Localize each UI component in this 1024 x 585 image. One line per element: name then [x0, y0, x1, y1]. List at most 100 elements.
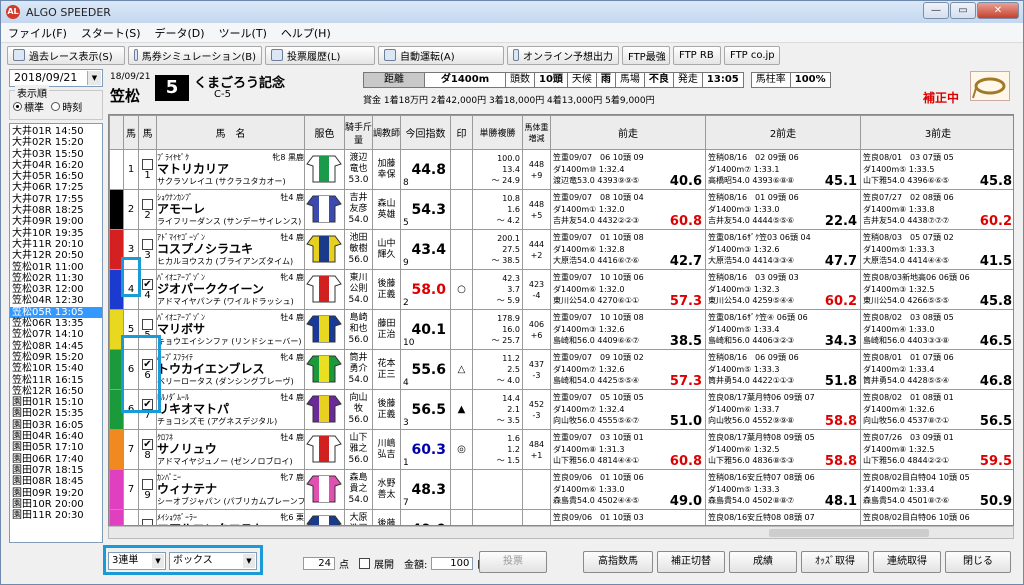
race-list-item[interactable]: 園田06R 17:40	[10, 454, 102, 465]
mark-cell[interactable]: ○	[450, 269, 473, 310]
race-list-item[interactable]: 笠松07R 14:10	[10, 329, 102, 340]
race-list[interactable]: 大井01R 14:50 大井02R 15:20 大井03R 15:50 大井04R 1…	[9, 123, 103, 543]
table-row[interactable]: 6 ✔ 6 ﾊｰﾌﾟｽﾌﾗｲﾃ 牝4 鹿トウカイエンブレス ベリーロータス (ダンシン…	[109, 349, 1013, 390]
menu-item[interactable]: ツール(T)	[212, 25, 274, 41]
mark-cell[interactable]	[450, 509, 473, 525]
horse-name-cell[interactable]: ｶﾝﾊﾟﾆｰ 牝7 鹿ウィナテナ シーオブジャパン (パブリカムプレーンフ)	[156, 469, 305, 510]
race-list-item[interactable]: 大井01R 14:50	[10, 126, 102, 137]
menu-item[interactable]: ヘルプ(H)	[274, 25, 338, 41]
select-checkbox[interactable]	[142, 198, 153, 210]
race-list-item[interactable]: 笠松04R 12:30	[10, 295, 102, 306]
results-button[interactable]: 成績	[729, 551, 797, 573]
race-list-item[interactable]: 大井10R 19:35	[10, 228, 102, 239]
order-time-radio[interactable]: 時刻	[51, 99, 82, 114]
table-row[interactable]: 7 ✔ 8 ｸﾛﾌﾈ 牡4 鹿サノリュウ アドマイヤジュノー (ゼンノロブロイ) 山下…	[109, 429, 1013, 470]
select-checkbox[interactable]	[142, 318, 153, 330]
race-list-item[interactable]: 笠松08R 14:45	[10, 341, 102, 352]
horse-number-cell[interactable]: 9	[138, 469, 157, 510]
toolbar-button[interactable]: 投票履歴(L)	[265, 45, 375, 65]
race-list-item[interactable]: 園田10R 20:00	[10, 499, 102, 510]
horse-name-cell[interactable]: ﾊｰﾌﾟｽﾌﾗｲﾃ 牝4 鹿トウカイエンブレス ベリーロータス (ダンシングブレーヴ…	[156, 349, 305, 390]
toolbar-button[interactable]: FTP最強	[622, 45, 670, 65]
race-list-item[interactable]: 園田04R 16:40	[10, 431, 102, 442]
mark-cell[interactable]	[450, 469, 473, 510]
horse-name-cell[interactable]: ｼｮｳﾅﾝｶﾝﾌﾟ 牡4 鹿アモーレ ライフリーダンス (サンデーサイレンス)	[156, 189, 305, 230]
correction-toggle-button[interactable]: 補正切替	[657, 551, 725, 573]
race-list-item[interactable]: 笠松01R 11:00	[10, 262, 102, 273]
race-list-item[interactable]: 園田09R 19:20	[10, 488, 102, 499]
race-list-item[interactable]: 大井12R 20:50	[10, 250, 102, 261]
race-list-item[interactable]: 笠松12R 16:50	[10, 386, 102, 397]
mark-cell[interactable]	[450, 309, 473, 350]
select-checkbox[interactable]: ✔	[142, 278, 153, 290]
horse-name-cell[interactable]: ﾌﾞﾗｲﾔｾﾞｸ 牝8 黒鹿 マトリカリア サクラソレイユ (サクラユタカオー)	[156, 149, 305, 190]
race-list-item[interactable]: 大井05R 16:50	[10, 171, 102, 182]
select-checkbox[interactable]: ✔	[142, 438, 153, 450]
mark-cell[interactable]: ◎	[450, 429, 473, 470]
mark-cell[interactable]: ▲	[450, 389, 473, 430]
toolbar-button[interactable]: FTP RB	[673, 45, 721, 65]
mark-cell[interactable]	[450, 229, 473, 270]
table-row[interactable]: 6 ✔ 7 ﾋﾙﾉﾀﾞﾑｰﾙ 牡4 鹿リキオマトパ チョコシズモ (アグネスデジタル)…	[109, 389, 1013, 430]
race-list-item[interactable]: 園田02R 15:35	[10, 408, 102, 419]
table-row[interactable]: 3 3 ｱﾄﾞﾏｲﾔｺﾞｰｿﾞﾝ 牡4 鹿コスプノシラユキ ヒカルヨウスカ (ブライ…	[109, 229, 1013, 270]
horse-number-cell[interactable]: 2	[138, 189, 157, 230]
horse-number-cell[interactable]: 10	[138, 509, 157, 525]
vote-button[interactable]: 投票	[479, 551, 547, 573]
mark-cell[interactable]	[450, 189, 473, 230]
expand-checkbox[interactable]	[359, 558, 370, 569]
race-list-item[interactable]: 大井08R 18:25	[10, 205, 102, 216]
horse-name-cell[interactable]: ｸﾛﾌﾈ 牡4 鹿サノリュウ アドマイヤジュノー (ゼンノロブロイ)	[156, 429, 305, 470]
minimize-button[interactable]: —	[923, 2, 949, 19]
toolbar-button[interactable]: FTP co.jp	[724, 45, 780, 65]
race-list-item[interactable]: 園田03R 16:05	[10, 420, 102, 431]
horse-name-cell[interactable]: ｱﾄﾞﾏｲﾔｺﾞｰｿﾞﾝ 牡4 鹿コスプノシラユキ ヒカルヨウスカ (ブライアンズタ…	[156, 229, 305, 270]
table-row[interactable]: 2 2 ｼｮｳﾅﾝｶﾝﾌﾟ 牡4 鹿アモーレ ライフリーダンス (サンデーサイレンス…	[109, 189, 1013, 230]
horse-name-cell[interactable]: ﾊﾟｲｵﾆｱｰﾌﾟｿﾞﾝ 牝4 鹿ジオパーククイーン アドマイヤパンチ (ワイルドラ…	[156, 269, 305, 310]
race-list-item[interactable]: 園田11R 20:30	[10, 510, 102, 521]
race-list-item[interactable]: 笠松11R 16:15	[10, 375, 102, 386]
horizontal-scrollbar[interactable]	[108, 526, 1014, 539]
horse-number-cell[interactable]: 3	[138, 229, 157, 270]
race-list-item[interactable]: 園田07R 18:15	[10, 465, 102, 476]
order-standard-radio[interactable]: 標準	[13, 99, 44, 114]
race-list-item[interactable]: 大井02R 15:20	[10, 137, 102, 148]
horse-number-cell[interactable]: ✔ 4	[138, 269, 157, 310]
horse-name-cell[interactable]: ﾋﾙﾉﾀﾞﾑｰﾙ 牡4 鹿リキオマトパ チョコシズモ (アグネスデジタル)	[156, 389, 305, 430]
race-list-item[interactable]: 大井04R 16:20	[10, 160, 102, 171]
close-window-button[interactable]: ✕	[977, 2, 1019, 19]
high-index-button[interactable]: 高指数馬	[583, 551, 653, 573]
mark-cell[interactable]	[450, 149, 473, 190]
table-row[interactable]: 5 5 ﾊﾟｲｵﾆｱｰﾌﾟｿﾞﾝ 牡4 鹿マリボサ キョウエイシンファ (リンドシェ…	[109, 309, 1013, 350]
menu-item[interactable]: データ(D)	[148, 25, 212, 41]
menu-item[interactable]: スタート(S)	[74, 25, 148, 41]
table-row[interactable]: 7 9 ｶﾝﾊﾟﾆｰ 牝7 鹿ウィナテナ シーオブジャパン (パブリカムプレーンフ)…	[109, 469, 1013, 510]
race-list-item[interactable]: 園田05R 17:10	[10, 442, 102, 453]
scroll-thumb[interactable]	[769, 529, 929, 537]
race-list-item[interactable]: 大井07R 17:55	[10, 194, 102, 205]
horse-name-cell[interactable]: ﾊﾟｲｵﾆｱｰﾌﾟｿﾞﾝ 牡4 鹿マリボサ キョウエイシンファ (リンドシェーバー)	[156, 309, 305, 350]
table-row[interactable]: 8 10 ﾒｲｼｮｳﾎﾞｰﾗｰ牝6 栗エアルコンクエストアッフェルバンダム (ダ…	[109, 509, 1013, 525]
race-list-item[interactable]: 大井11R 20:10	[10, 239, 102, 250]
continuous-get-button[interactable]: 連続取得	[873, 551, 941, 573]
toolbar-button[interactable]: 過去レース表示(S)	[7, 45, 125, 65]
race-list-item[interactable]: 笠松03R 12:00	[10, 284, 102, 295]
toolbar-button[interactable]: オンライン予想出力	[507, 45, 619, 65]
menu-item[interactable]: ファイル(F)	[1, 25, 74, 41]
horse-name-cell[interactable]: ﾒｲｼｮｳﾎﾞｰﾗｰ牝6 栗エアルコンクエストアッフェルバンダム (ダンスインザ…	[156, 509, 305, 525]
select-checkbox[interactable]	[142, 478, 153, 490]
race-list-item[interactable]: 園田01R 15:10	[10, 397, 102, 408]
race-list-item[interactable]: 園田08R 18:45	[10, 476, 102, 487]
amount-input[interactable]: 100	[431, 557, 474, 570]
get-odds-button[interactable]: ｵｯｽﾞ取得	[801, 551, 869, 573]
race-list-item[interactable]: 笠松02R 11:30	[10, 273, 102, 284]
select-checkbox[interactable]	[142, 238, 153, 250]
race-list-item[interactable]: 大井09R 19:00	[10, 216, 102, 227]
horse-number-cell[interactable]: 1	[138, 149, 157, 190]
race-list-item[interactable]: 笠松09R 15:20	[10, 352, 102, 363]
maximize-button[interactable]: ▭	[950, 2, 976, 19]
mark-cell[interactable]: △	[450, 349, 473, 390]
race-list-item[interactable]: 大井03R 15:50	[10, 149, 102, 160]
table-row[interactable]: 4 ✔ 4 ﾊﾟｲｵﾆｱｰﾌﾟｿﾞﾝ 牝4 鹿ジオパーククイーン アドマイヤパンチ (…	[109, 269, 1013, 310]
close-button[interactable]: 閉じる	[945, 551, 1011, 573]
